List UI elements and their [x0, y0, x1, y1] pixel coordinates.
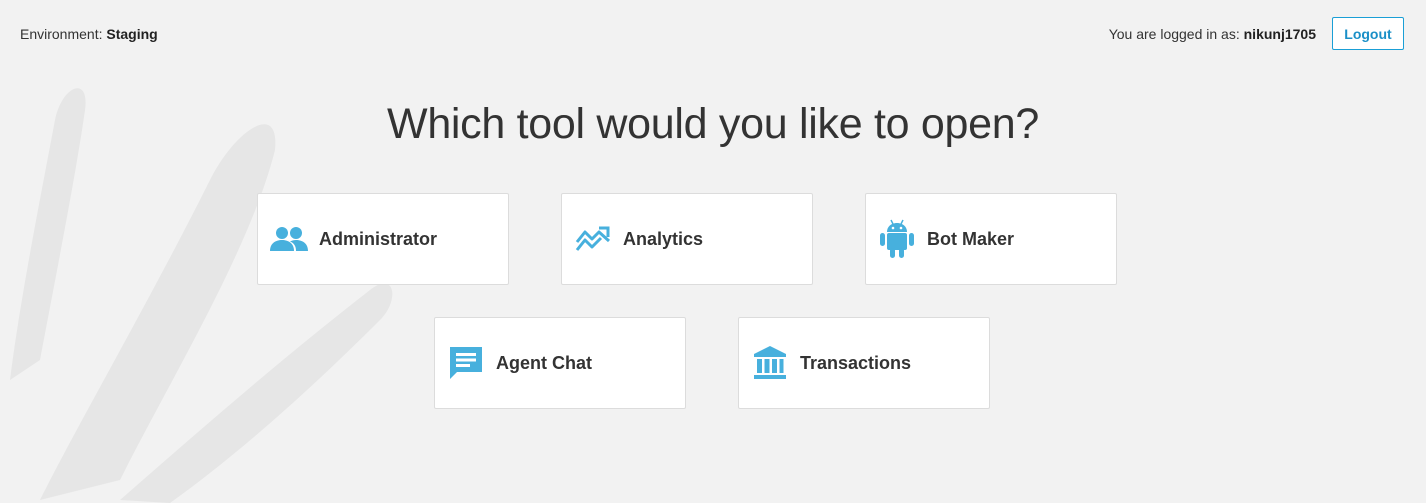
- tool-tile-administrator[interactable]: Administrator: [257, 193, 509, 285]
- tool-label: Administrator: [319, 228, 438, 249]
- tool-label: Transactions: [800, 352, 912, 373]
- environment-indicator: Environment: Staging: [20, 26, 158, 42]
- tool-tile-transactions[interactable]: Transactions: [738, 317, 990, 409]
- tool-label: Agent Chat: [496, 352, 592, 373]
- tool-label: Analytics: [623, 228, 704, 249]
- logged-in-label: You are logged in as:: [1108, 25, 1240, 42]
- tool-label: Bot Maker: [927, 228, 1015, 249]
- environment-value: Staging: [106, 26, 158, 42]
- bank-icon: [750, 343, 790, 383]
- username: nikunj1705: [1243, 25, 1316, 42]
- chat-icon: [446, 343, 486, 383]
- trending-icon: [573, 219, 613, 259]
- tool-tile-analytics[interactable]: Analytics: [561, 193, 813, 285]
- page-title: Which tool would you like to open?: [387, 100, 1039, 148]
- tool-tile-agent-chat[interactable]: Agent Chat: [434, 317, 686, 409]
- tool-tile-bot-maker[interactable]: Bot Maker: [865, 193, 1117, 285]
- logout-button[interactable]: Logout: [1332, 17, 1404, 50]
- people-icon: [269, 219, 309, 259]
- android-icon: [877, 219, 917, 259]
- environment-label: Environment:: [20, 26, 103, 42]
- user-info: You are logged in as: nikunj1705 Logout: [1109, 17, 1404, 50]
